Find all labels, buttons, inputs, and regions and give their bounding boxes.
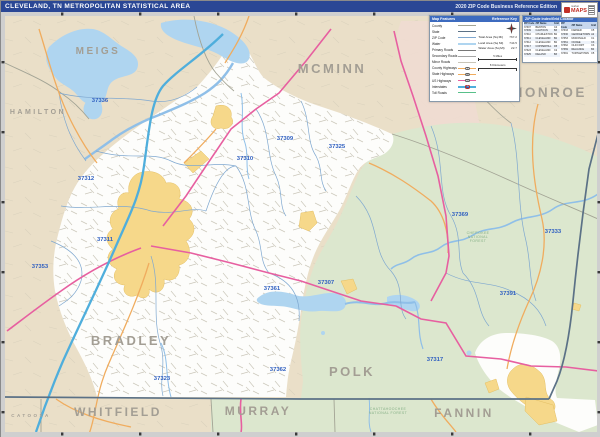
logo-barcode-icon (587, 5, 595, 15)
county-label-bradley: BRADLEY (91, 333, 171, 348)
zip-index-row: 37391 TURTLETOWN C5 (561, 52, 595, 56)
logo-mark-icon (564, 7, 571, 13)
zip-label-37369: 37369 (452, 212, 469, 218)
county-label-hamilton: HAMILTON (10, 109, 66, 116)
zip-label-37391: 37391 (500, 291, 517, 297)
county-label-monroe: MONROE (511, 85, 587, 100)
county-label-fannin: FANNIN (434, 406, 494, 420)
legend-items: County State ZIP Code Water Primary Roads Sec… (432, 23, 477, 96)
zip-label-37325: 37325 (329, 144, 346, 150)
legend-box: Map Features Reference Key County State ZI… (429, 15, 520, 102)
zip-index-table-right: ZIP Code ZIP Name Grid 37333 FARNER C5 37336 GE… (560, 22, 597, 56)
header-bar: CLEVELAND, TN METROPOLITAN STATISTICAL A… (1, 1, 600, 12)
zip-label-37317: 37317 (427, 357, 444, 363)
legend-stat: Total Area (Sq Mi) 767.2 (478, 35, 517, 40)
zip-label-37312: 37312 (78, 176, 95, 182)
county-label-meigs: MEIGS (76, 46, 121, 57)
map-sheet: CLEVELAND, TN METROPOLITAN STATISTICAL A… (0, 0, 600, 437)
forest-label: CHATTAHOOCHEE NATIONAL FOREST (369, 407, 408, 415)
legend-item: Toll Roads (432, 90, 477, 96)
county-label-mcminn: MCMINN (298, 61, 366, 76)
zip-index-box: ZIP Code Index/Grid Locator ZIP Code ZIP … (522, 15, 598, 63)
zip-label-37362: 37362 (270, 367, 287, 373)
county-label-catoosa: CATOOSA (11, 413, 51, 418)
zip-label-37307: 37307 (318, 280, 335, 286)
zip-label-37323: 37323 (154, 376, 171, 382)
county-label-whitfield: WHITFIELD (74, 405, 162, 419)
legend-title: Map Features (432, 16, 456, 21)
compass-rose-icon (506, 22, 517, 34)
zip-index-row: 37353 MCDONALD C1 (561, 36, 595, 40)
zip-label-37353: 37353 (32, 264, 49, 270)
legend-stats: Total Area (Sq Mi) 767.2 Land Area (Sq Mi)… (478, 22, 517, 96)
county-label-murray: MURRAY (225, 404, 292, 418)
zip-label-37309: 37309 (277, 136, 294, 142)
legend-stat: Land Area (Sq Mi) 744.5 (478, 40, 517, 45)
zip-label-37311: 37311 (97, 237, 114, 243)
zip-index-table-left: ZIP Code ZIP Name Grid 37307 BENTON C4 37309 CA… (523, 22, 560, 57)
zip-label-37361: 37361 (264, 286, 281, 292)
scale-bar: 8 Kilometers (478, 63, 517, 71)
logo-wordmark: market MAPS (571, 4, 587, 14)
edition-label: 2020 ZIP Code Business Reference Edition (455, 3, 557, 10)
zip-label-37336: 37336 (92, 98, 109, 104)
legend-subtitle: Reference Key (492, 16, 517, 21)
publisher-logo: market MAPS (561, 2, 598, 18)
zip-label-37310: 37310 (237, 156, 254, 162)
zip-index-row: 37325 DELANO B3 (523, 52, 560, 57)
forest-label: CHEROKEE NATIONAL FOREST (467, 231, 490, 243)
zip-label-37333: 37333 (545, 229, 562, 235)
county-label-polk: POLK (329, 364, 375, 379)
scale-bar: 5 Miles (478, 54, 517, 62)
map-title: CLEVELAND, TN METROPOLITAN STATISTICAL A… (5, 3, 191, 10)
